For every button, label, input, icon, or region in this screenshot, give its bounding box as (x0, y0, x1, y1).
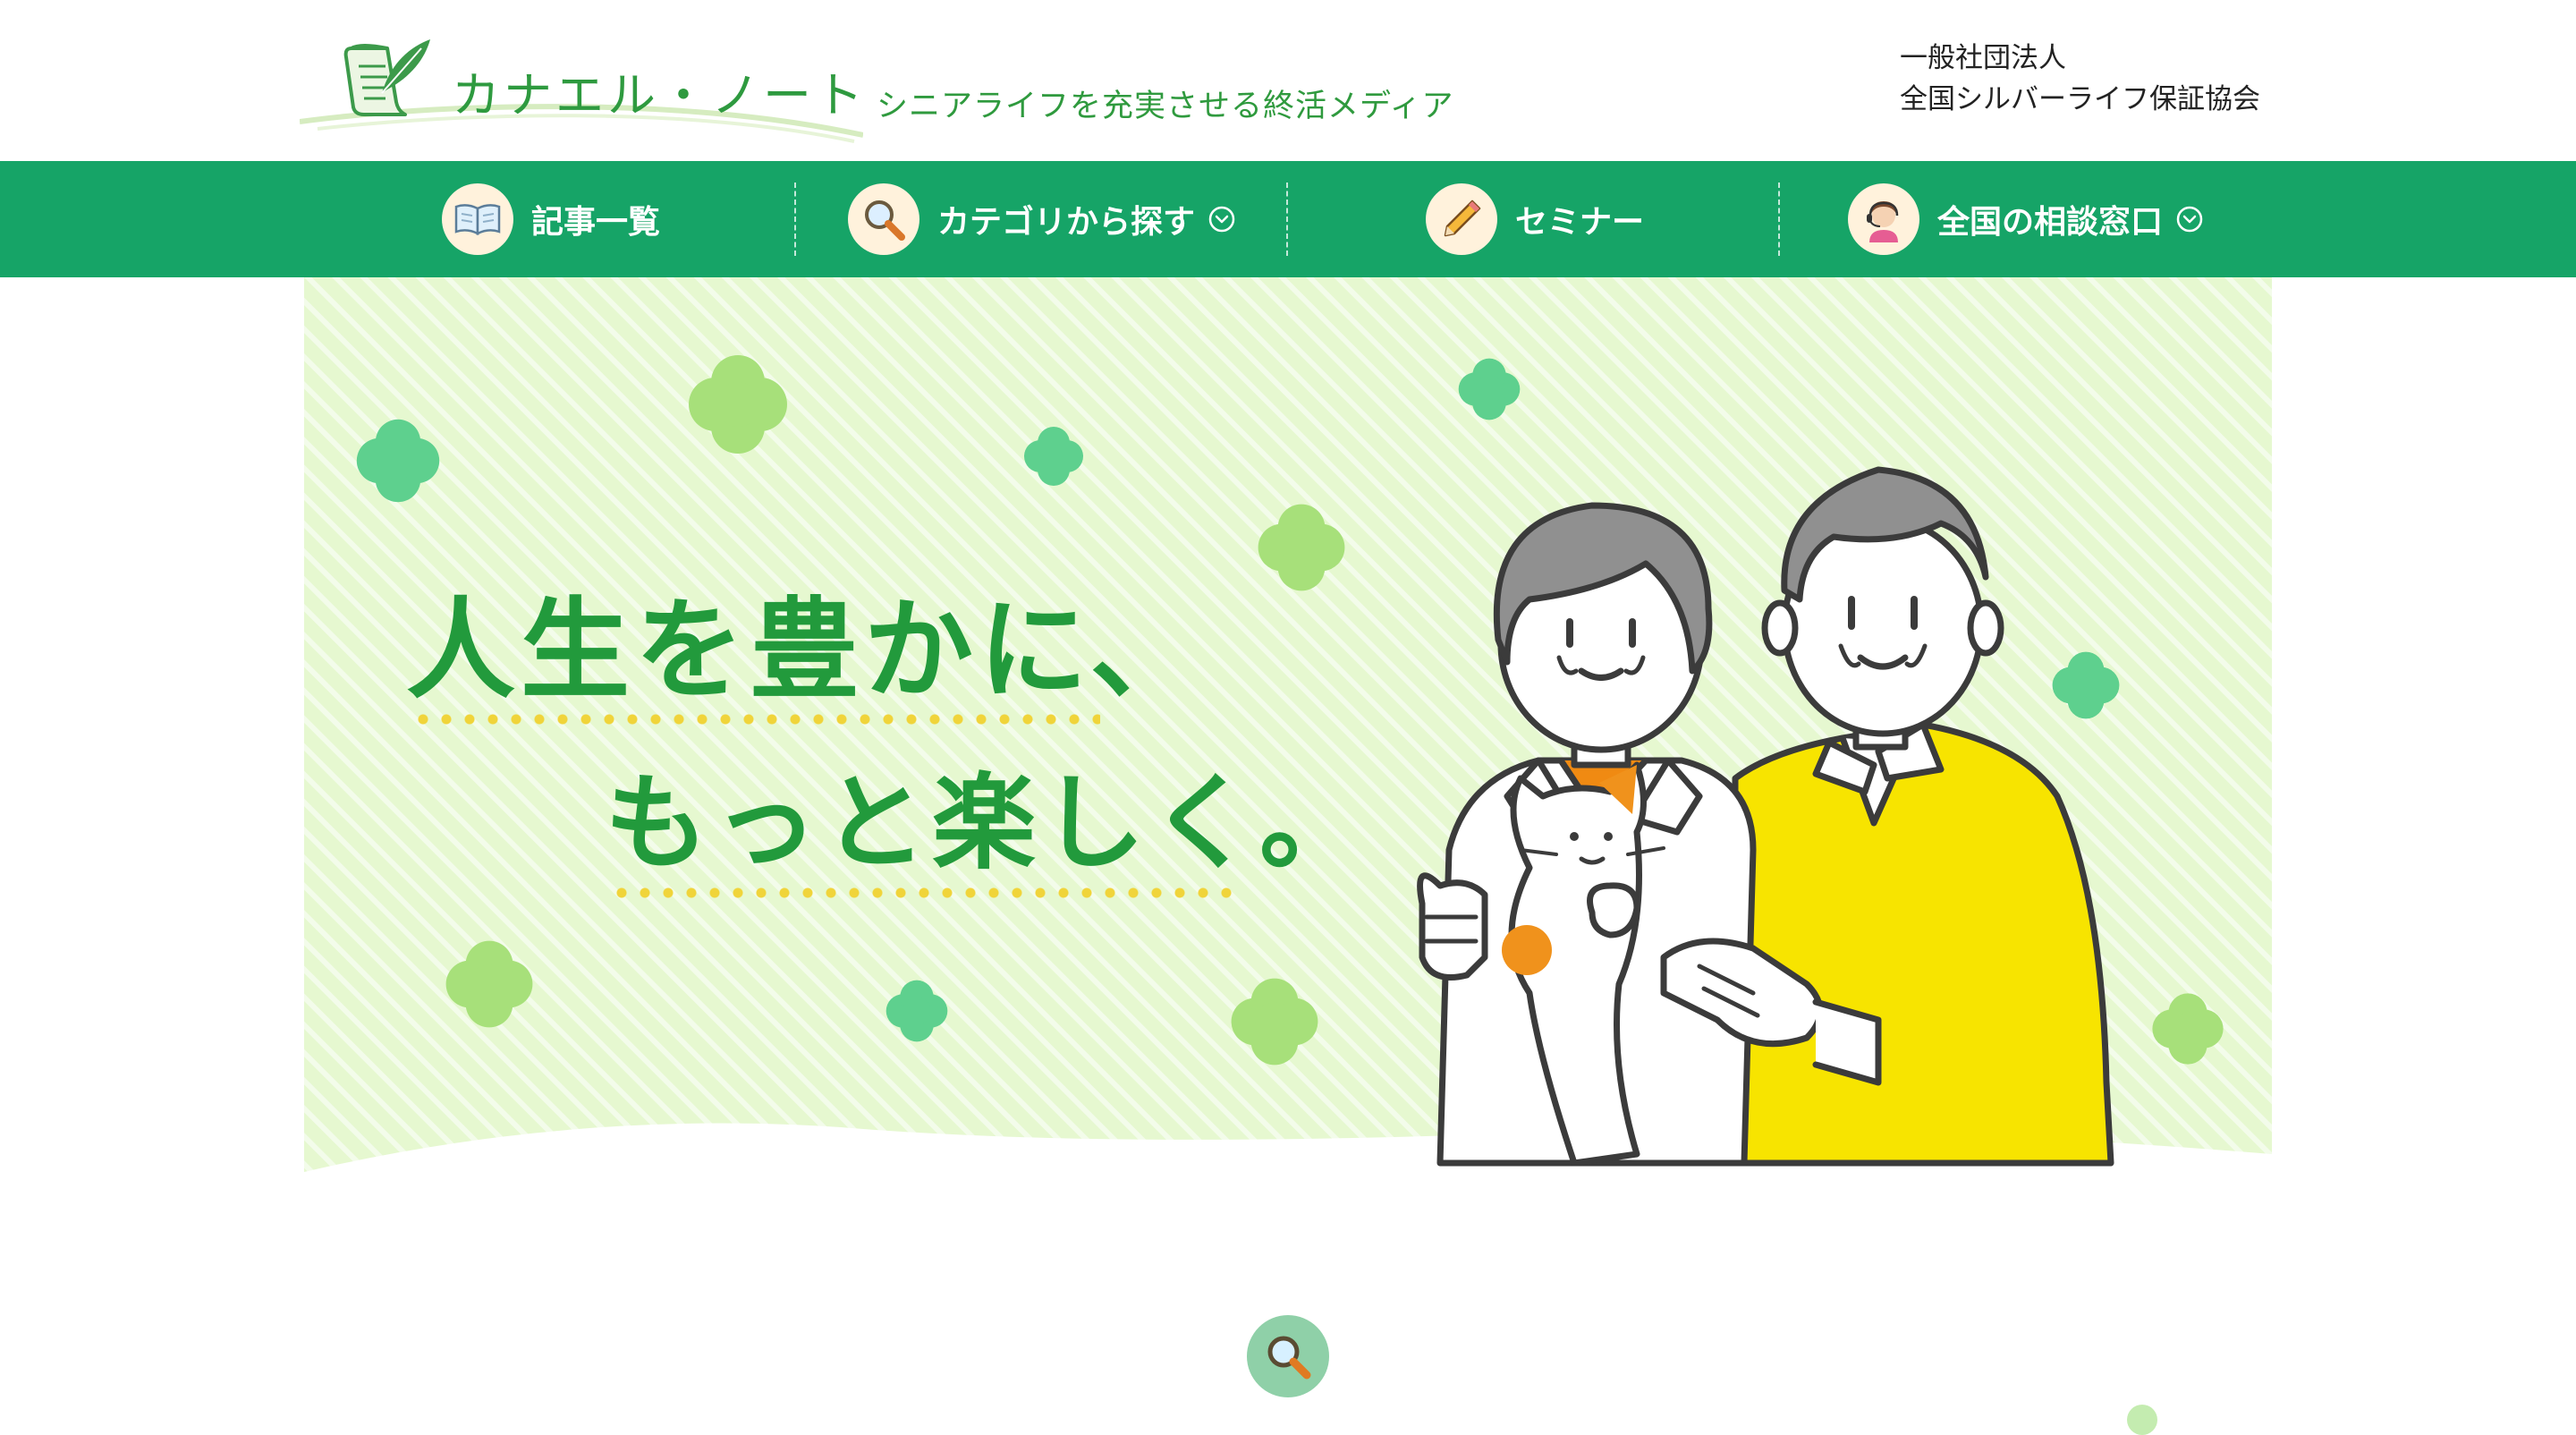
nav-divider (794, 183, 796, 256)
book-icon (442, 183, 513, 255)
organization-line-2: 全国シルバーライフ保証協会 (1900, 83, 2260, 115)
chevron-down-icon (1208, 206, 1235, 233)
global-nav: 記事一覧 カテゴリから探す セミナー 全国の相談窓口 (0, 161, 2576, 277)
nav-item-consultation[interactable]: 全国の相談窓口 (1848, 161, 2204, 277)
hero-background (304, 277, 2272, 1172)
organization-line-1: 一般社団法人 (1900, 42, 2066, 74)
dotted-underline (411, 714, 1100, 725)
pencil-icon (1426, 183, 1497, 255)
hero-copy-line-1: 人生を豊かに、 (406, 587, 1205, 714)
decorative-dot (2127, 1405, 2157, 1435)
magnifier-icon (848, 183, 919, 255)
search-icon (1267, 1336, 1311, 1380)
hero-copy-line-2: もっと楽しく。 (605, 763, 1368, 884)
dotted-underline (610, 887, 1240, 898)
site-logo[interactable]: カナエル・ノート (300, 23, 863, 143)
nav-item-label: カテゴリから探す (937, 204, 1196, 241)
site-header: カナエル・ノート シニアライフを充実させる終活メディア 一般社団法人 全国シルバ… (0, 0, 2576, 161)
search-button[interactable] (1247, 1315, 1329, 1397)
nav-item-seminar[interactable]: セミナー (1426, 161, 1644, 277)
operator-icon (1848, 183, 1919, 255)
scroll-quill-icon (343, 39, 430, 116)
nav-divider (1286, 183, 1288, 256)
nav-divider (1778, 183, 1780, 256)
nav-item-categories[interactable]: カテゴリから探す (848, 161, 1236, 277)
organization-name[interactable]: 一般社団法人 全国シルバーライフ保証協会 (1900, 38, 2260, 120)
chevron-down-icon (2176, 206, 2203, 233)
nav-item-label: 記事一覧 (531, 204, 661, 241)
nav-item-articles[interactable]: 記事一覧 (442, 161, 660, 277)
hero-banner: 人生を豊かに、 もっと楽しく。 (304, 277, 2272, 1172)
nav-item-label: セミナー (1515, 204, 1645, 241)
logo-text: カナエル・ノート (452, 67, 867, 123)
site-tagline: シニアライフを充実させる終活メディア (877, 89, 1454, 124)
nav-item-label: 全国の相談窓口 (1937, 204, 2164, 241)
